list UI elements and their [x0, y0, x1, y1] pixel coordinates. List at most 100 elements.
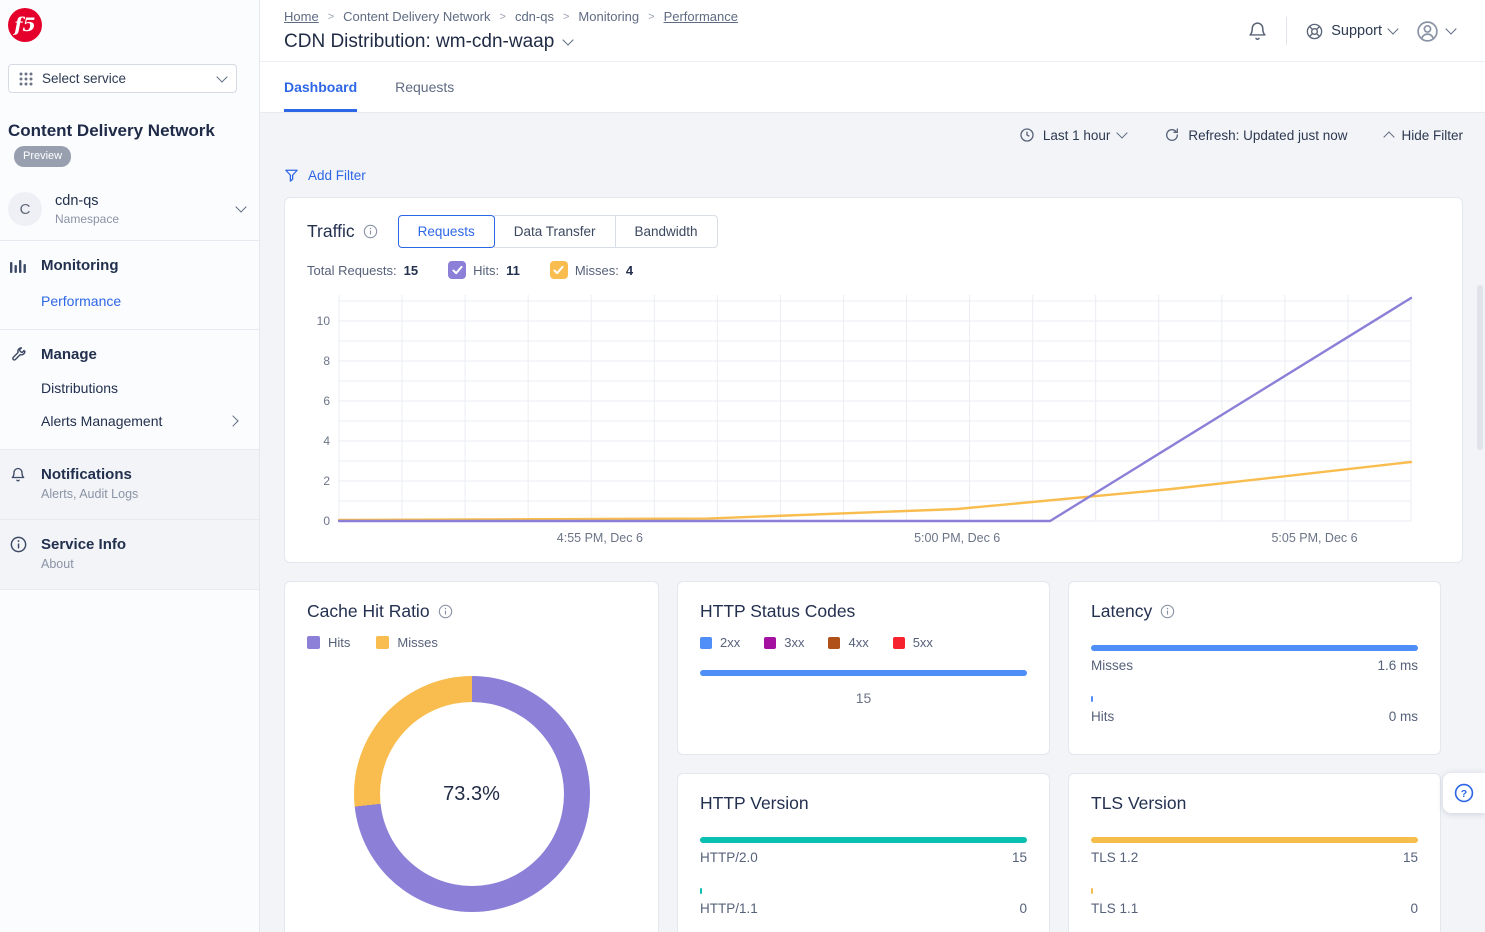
hits-stat: Hits: 11 [448, 261, 520, 279]
chevron-down-icon [216, 71, 227, 82]
hits-value: 11 [506, 263, 520, 278]
sidebar-item-distributions[interactable]: Distributions [41, 380, 241, 396]
http2-bar[interactable] [700, 837, 1027, 843]
svg-text:2: 2 [323, 474, 330, 488]
3xx-label: 3xx [784, 635, 804, 650]
latency-misses-row: Misses 1.6 ms [1091, 645, 1418, 673]
http-status-codes-card: HTTP Status Codes 2xx 3xx [677, 581, 1050, 755]
tls12-bar[interactable] [1091, 837, 1418, 843]
status-codes-legend: 2xx 3xx 4xx [700, 635, 1027, 650]
5xx-label: 5xx [913, 635, 933, 650]
hits-checkbox[interactable] [448, 261, 466, 279]
latency-hits-bar[interactable] [1091, 696, 1093, 702]
breadcrumb-cdn[interactable]: Content Delivery Network [343, 9, 490, 24]
latency-misses-bar[interactable] [1091, 645, 1418, 651]
breadcrumb-separator: > [500, 11, 506, 23]
latency-card: Latency Misses 1.6 ms [1068, 581, 1441, 755]
legend-2xx: 2xx [700, 635, 740, 650]
http11-bar[interactable] [700, 888, 702, 894]
total-requests-value: 15 [404, 263, 418, 278]
tls12-label: TLS 1.2 [1091, 850, 1138, 865]
info-icon[interactable] [1160, 604, 1175, 619]
refresh-icon [1164, 127, 1180, 143]
status-2xx-bar[interactable] [700, 670, 1027, 676]
product-title: Content Delivery Network Preview [8, 119, 241, 168]
tab-requests[interactable]: Requests [395, 62, 454, 112]
misses-swatch [376, 636, 389, 649]
misses-checkbox[interactable] [550, 261, 568, 279]
breadcrumb-performance[interactable]: Performance [664, 9, 738, 24]
check-icon [452, 266, 463, 275]
svg-text:4: 4 [323, 434, 330, 448]
sidebar-item-alerts-management[interactable]: Alerts Management [41, 413, 241, 429]
breadcrumb-namespace[interactable]: cdn-qs [515, 9, 554, 24]
hits-legend-label: Hits [328, 635, 350, 650]
svg-text:8: 8 [323, 354, 330, 368]
time-range-dropdown[interactable]: Last 1 hour [1019, 127, 1127, 143]
5xx-swatch [893, 637, 905, 649]
add-filter-label: Add Filter [308, 168, 366, 183]
app-root: f5 Select service Content Delivery Netwo… [0, 0, 1485, 932]
latency-hits-label: Hits [1091, 709, 1114, 724]
cache-legend: Hits Misses [307, 635, 636, 650]
manage-header[interactable]: Manage [8, 346, 241, 363]
support-menu[interactable]: Support [1305, 22, 1397, 41]
http2-bar-row: HTTP/2.0 15 [700, 837, 1027, 865]
svg-text:6: 6 [323, 394, 330, 408]
status-2xx-value: 15 [700, 690, 1027, 706]
breadcrumb-home[interactable]: Home [284, 9, 319, 24]
filter-utilities: Last 1 hour Refresh: Updated just now Hi… [284, 127, 1463, 143]
chevron-down-icon[interactable] [563, 34, 574, 45]
help-button[interactable]: ? [1443, 773, 1485, 813]
traffic-tab-data-transfer[interactable]: Data Transfer [494, 215, 616, 248]
notifications-bell-button[interactable] [1247, 20, 1268, 42]
latency-misses-label: Misses [1091, 658, 1133, 673]
traffic-tab-bandwidth[interactable]: Bandwidth [615, 215, 718, 248]
info-icon[interactable] [438, 604, 453, 619]
misses-value: 4 [626, 263, 633, 278]
http-version-title: HTTP Version [700, 793, 809, 814]
breadcrumb-separator: > [328, 11, 334, 23]
hide-filter-button[interactable]: Hide Filter [1385, 128, 1463, 143]
sidebar: f5 Select service Content Delivery Netwo… [0, 0, 260, 932]
tls12-bar-row: TLS 1.2 15 [1091, 837, 1418, 865]
select-service-dropdown[interactable]: Select service [8, 64, 237, 93]
sidebar-item-performance[interactable]: Performance [41, 293, 241, 309]
add-filter-button[interactable]: Add Filter [284, 168, 366, 183]
chevron-up-icon [1384, 131, 1395, 142]
main-area: Home > Content Delivery Network > cdn-qs… [260, 0, 1485, 932]
sidebar-section-service-info[interactable]: Service Info About [0, 519, 259, 589]
traffic-line-chart[interactable]: 02468104:55 PM, Dec 65:00 PM, Dec 65:05 … [307, 287, 1440, 554]
sidebar-filler [0, 589, 259, 932]
2xx-label: 2xx [720, 635, 740, 650]
traffic-title: Traffic [307, 221, 355, 242]
sidebar-section-notifications[interactable]: Notifications Alerts, Audit Logs [0, 449, 259, 519]
namespace-name: cdn-qs [55, 193, 119, 209]
latency-misses-value: 1.6 ms [1377, 658, 1418, 673]
chevron-down-icon [1117, 127, 1128, 138]
breadcrumb-monitoring[interactable]: Monitoring [578, 9, 639, 24]
info-icon[interactable] [363, 224, 378, 239]
cache-hit-ratio-title: Cache Hit Ratio [307, 601, 430, 622]
tab-dashboard[interactable]: Dashboard [284, 62, 357, 112]
notifications-subtitle: Alerts, Audit Logs [41, 487, 241, 501]
scrollbar-thumb[interactable] [1477, 285, 1483, 450]
tab-bar: Dashboard Requests [260, 62, 1485, 113]
cache-hit-ratio-donut[interactable]: 73.3% [354, 676, 590, 912]
3xx-swatch [764, 637, 776, 649]
legend-misses: Misses [376, 635, 437, 650]
http11-value: 0 [1019, 901, 1027, 916]
monitoring-header[interactable]: Monitoring [8, 257, 241, 274]
time-range-label: Last 1 hour [1043, 128, 1111, 143]
refresh-button[interactable]: Refresh: Updated just now [1164, 127, 1347, 143]
user-menu[interactable] [1415, 19, 1455, 44]
hits-label: Hits: [473, 263, 499, 278]
4xx-swatch [828, 637, 840, 649]
traffic-tab-requests[interactable]: Requests [398, 215, 495, 248]
f5-logo-icon[interactable]: f5 [8, 8, 42, 42]
status-2xx-bar-row: 15 [700, 670, 1027, 706]
namespace-selector[interactable]: C cdn-qs Namespace [0, 182, 259, 240]
select-service-label: Select service [42, 71, 126, 86]
latency-hits-row: Hits 0 ms [1091, 696, 1418, 724]
tls11-bar[interactable] [1091, 888, 1093, 894]
